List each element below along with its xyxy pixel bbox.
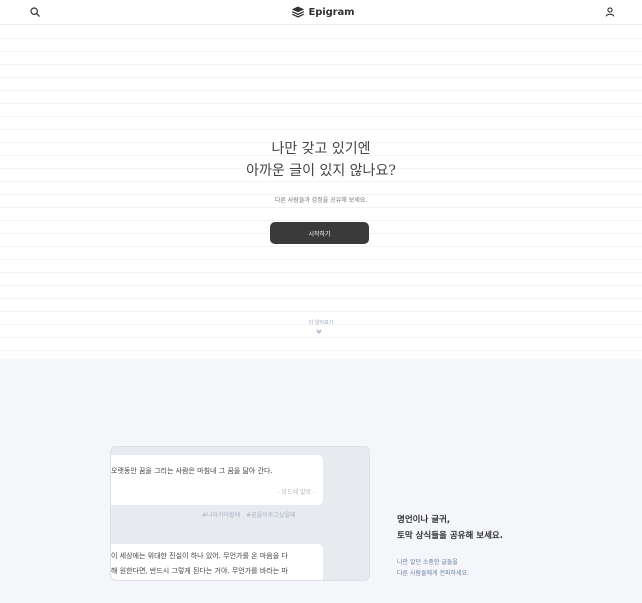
top-navigation-bar: Epigram (0, 0, 642, 25)
quote-card[interactable]: 오랫동안 꿈을 그리는 사람은 마침내 그 꿈을 닮아 간다. - 앙드레 말로… (111, 455, 323, 505)
quote-text-line: 해 원한다면, 반드시 그렇게 된다는 거야. 무언가를 바라는 마 (111, 567, 288, 575)
tag[interactable]: #나아가야할때 (202, 510, 240, 519)
tag[interactable]: #꿈을이루고싶을때 (246, 510, 295, 519)
feature-subtitle: 나만 알던 소중한 글들을 다른 사람들에게 전파하세요. (397, 557, 503, 579)
epigram-logo[interactable]: Epigram (291, 3, 355, 22)
quote-preview-panel: 오랫동안 꿈을 그리는 사람은 마침내 그 꿈을 닮아 간다. - 앙드레 말로… (110, 446, 370, 581)
hero-title-line2: 아까운 글이 있지 않나요? (246, 163, 396, 179)
stacked-layers-icon (291, 3, 305, 22)
logo-text: Epigram (308, 6, 355, 18)
feature-title-line2: 토막 상식들을 공유해 보세요. (397, 531, 503, 541)
quote-text: 오랫동안 꿈을 그리는 사람은 마침내 그 꿈을 닮아 간다. (111, 467, 273, 475)
hero-section: 나만 갖고 있기엔 아까운 글이 있지 않나요? 다른 사람들과 감정을 공유해… (0, 26, 642, 360)
feature-section: 오랫동안 꿈을 그리는 사람은 마침내 그 꿈을 닮아 간다. - 앙드레 말로… (0, 361, 642, 603)
hero-title-line1: 나만 갖고 있기엔 (271, 141, 371, 157)
quote-author: - 앙드레 말로 - (277, 489, 315, 496)
feature-title-line1: 명언이나 글귀, (397, 515, 451, 525)
quote-card[interactable]: 이 세상에는 위대한 진실이 하나 있어. 무언가를 온 마음을 다 해 원한다… (111, 544, 323, 580)
chevron-down-icon[interactable] (316, 328, 322, 334)
feature-description: 명언이나 글귀, 토막 상식들을 공유해 보세요. 나만 알던 소중한 글들을 … (397, 512, 503, 579)
quote-tags: #나아가야할때 #꿈을이루고싶을때 (202, 510, 295, 519)
learn-more-link[interactable]: 더 알아보기 (0, 319, 642, 326)
user-icon[interactable] (603, 5, 617, 19)
feature-subtitle-line2: 다른 사람들에게 전파하세요. (397, 570, 469, 577)
start-button[interactable]: 시작하기 (270, 222, 369, 244)
feature-subtitle-line1: 나만 알던 소중한 글들을 (397, 559, 458, 566)
hero-subtitle: 다른 사람들과 감정을 공유해 보세요. (274, 197, 368, 204)
search-icon[interactable] (28, 5, 42, 19)
quote-text-line: 이 세상에는 위대한 진실이 하나 있어. 무언가를 온 마음을 다 (111, 552, 288, 560)
